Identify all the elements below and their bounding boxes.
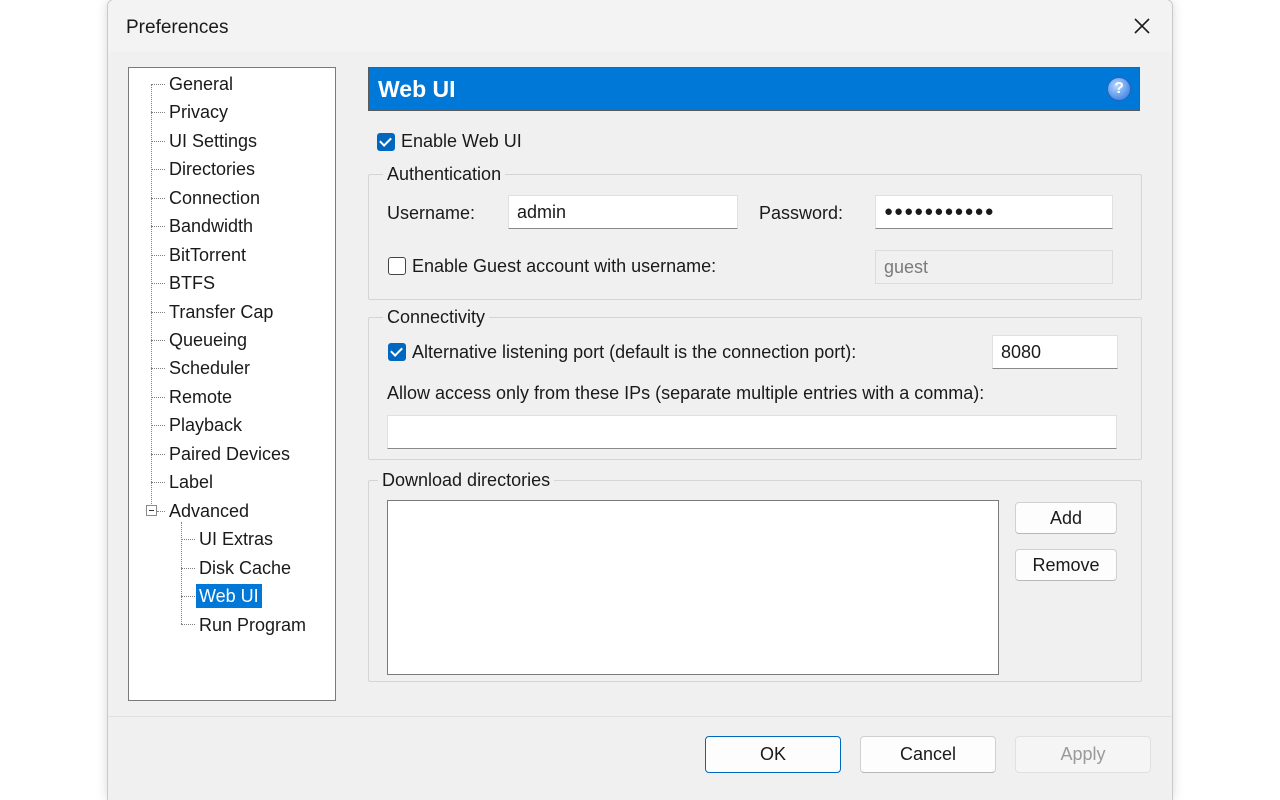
close-icon xyxy=(1133,17,1151,35)
tree-item-bittorrent[interactable]: BitTorrent xyxy=(166,243,249,267)
username-label: Username: xyxy=(387,203,475,224)
tree-item-privacy[interactable]: Privacy xyxy=(166,100,231,124)
tree-item-label[interactable]: Label xyxy=(166,470,216,494)
guest-account-checkbox[interactable] xyxy=(388,257,406,275)
tree-item-advanced[interactable]: Advanced xyxy=(166,499,252,523)
tree-item-scheduler[interactable]: Scheduler xyxy=(166,356,253,380)
tree-connector xyxy=(151,84,152,510)
download-directories-title: Download directories xyxy=(378,470,554,491)
password-label: Password: xyxy=(759,203,843,224)
tree-item-run-program[interactable]: Run Program xyxy=(196,613,309,637)
tree-item-ui-settings[interactable]: UI Settings xyxy=(166,129,260,153)
tree-item-connection[interactable]: Connection xyxy=(166,186,263,210)
tree-item-disk-cache[interactable]: Disk Cache xyxy=(196,556,294,580)
tree-item-directories[interactable]: Directories xyxy=(166,157,258,181)
tree-item-web-ui[interactable]: Web UI xyxy=(196,584,262,608)
alt-port-checkbox[interactable] xyxy=(388,343,406,361)
enable-web-ui-checkbox[interactable] xyxy=(377,133,395,151)
username-input[interactable] xyxy=(508,195,738,229)
tree-item-transfer-cap[interactable]: Transfer Cap xyxy=(166,300,276,324)
add-directory-button[interactable]: Add xyxy=(1015,502,1117,534)
tree-item-general[interactable]: General xyxy=(166,72,236,96)
ok-button[interactable]: OK xyxy=(705,736,841,773)
tree-item-bandwidth[interactable]: Bandwidth xyxy=(166,214,256,238)
footer-separator xyxy=(108,716,1172,717)
tree-item-queueing[interactable]: Queueing xyxy=(166,328,250,352)
window-title: Preferences xyxy=(126,17,228,39)
panel-header: Web UI ? xyxy=(368,67,1140,111)
collapse-icon[interactable] xyxy=(146,505,157,516)
tree-item-playback[interactable]: Playback xyxy=(166,413,245,437)
alt-port-label[interactable]: Alternative listening port (default is t… xyxy=(412,342,856,363)
help-icon[interactable]: ? xyxy=(1107,77,1131,101)
apply-button[interactable]: Apply xyxy=(1015,736,1151,773)
remove-directory-button[interactable]: Remove xyxy=(1015,549,1117,581)
tree-item-paired-devices[interactable]: Paired Devices xyxy=(166,442,293,466)
guest-username-input[interactable] xyxy=(875,250,1113,284)
tree-item-ui-extras[interactable]: UI Extras xyxy=(196,527,276,551)
tree-connector xyxy=(181,522,182,624)
tree-item-btfs[interactable]: BTFS xyxy=(166,271,218,295)
cancel-button[interactable]: Cancel xyxy=(860,736,996,773)
title-bar: Preferences xyxy=(108,0,1172,52)
password-input[interactable]: ●●●●●●●●●●● xyxy=(875,195,1113,229)
alt-port-input[interactable] xyxy=(992,335,1118,369)
enable-web-ui-label[interactable]: Enable Web UI xyxy=(401,131,522,152)
authentication-title: Authentication xyxy=(383,164,505,185)
guest-account-label[interactable]: Enable Guest account with username: xyxy=(412,256,716,277)
panel-title: Web UI xyxy=(378,76,456,103)
download-directories-list[interactable] xyxy=(387,500,999,675)
preferences-dialog: Preferences General Privacy UI Settings … xyxy=(108,0,1172,800)
tree-item-remote[interactable]: Remote xyxy=(166,385,235,409)
ip-access-input[interactable] xyxy=(387,415,1117,449)
connectivity-title: Connectivity xyxy=(383,307,489,328)
ip-access-label: Allow access only from these IPs (separa… xyxy=(387,383,984,404)
close-button[interactable] xyxy=(1122,8,1162,44)
preferences-tree: General Privacy UI Settings Directories … xyxy=(128,67,336,701)
